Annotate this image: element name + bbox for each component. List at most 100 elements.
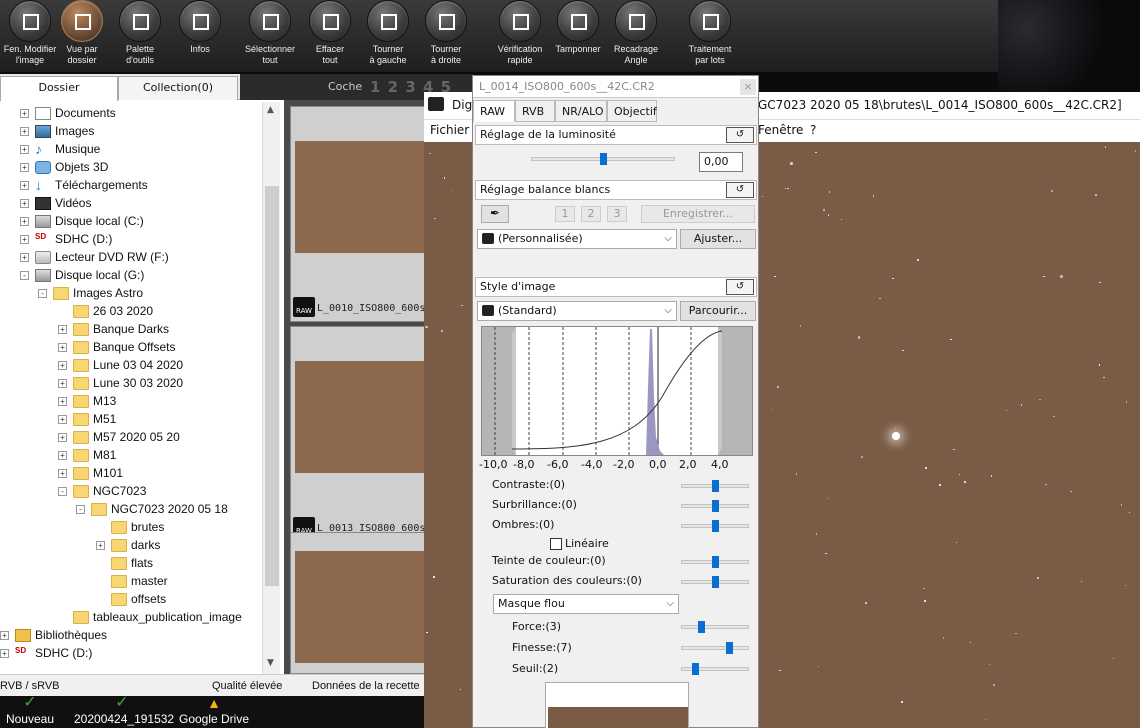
expand-toggle-icon[interactable]: + bbox=[0, 649, 9, 659]
tree-item[interactable]: + ♪ Musique bbox=[20, 140, 100, 158]
menu-help[interactable]: ? bbox=[810, 123, 816, 137]
expand-toggle-icon[interactable]: + bbox=[96, 541, 105, 551]
expand-toggle-icon[interactable]: + bbox=[58, 397, 67, 407]
toolbar-button-10[interactable]: Recadrage Angle bbox=[606, 0, 666, 70]
tree-item[interactable]: + Vidéos bbox=[20, 194, 91, 212]
tree-item[interactable]: + Disque local (C:) bbox=[20, 212, 144, 230]
tree-item[interactable]: - Disque local (G:) bbox=[20, 266, 144, 284]
wb-select[interactable]: (Personnalisée) ⌵ bbox=[477, 229, 677, 249]
tone-slider-thumb[interactable] bbox=[712, 556, 719, 568]
wb-preset-3[interactable]: 3 bbox=[607, 206, 627, 222]
expand-toggle-icon[interactable]: + bbox=[58, 343, 67, 353]
tree-item[interactable]: + Documents bbox=[20, 104, 116, 122]
brightness-value-field[interactable]: 0,00 bbox=[699, 152, 743, 172]
tone-slider-thumb[interactable] bbox=[712, 576, 719, 588]
tone-slider-thumb[interactable] bbox=[712, 500, 719, 512]
tree-item[interactable]: + darks bbox=[96, 536, 160, 554]
tone-slider-thumb[interactable] bbox=[712, 480, 719, 492]
expand-toggle-icon[interactable]: - bbox=[20, 271, 29, 281]
expand-toggle-icon[interactable]: + bbox=[20, 253, 29, 263]
register-button[interactable]: Enregistrer... bbox=[641, 205, 755, 223]
sharpness-slider[interactable] bbox=[681, 625, 749, 629]
tree-item[interactable]: + ↓ Téléchargements bbox=[20, 176, 148, 194]
expand-toggle-icon[interactable]: + bbox=[20, 181, 29, 191]
tab-collection[interactable]: Collection(0) bbox=[118, 76, 238, 100]
expand-toggle-icon[interactable]: + bbox=[20, 199, 29, 209]
sharpness-slider-thumb[interactable] bbox=[691, 663, 699, 675]
expand-toggle-icon[interactable]: - bbox=[58, 487, 67, 497]
expand-toggle-icon[interactable]: + bbox=[58, 415, 67, 425]
tab-raw[interactable]: RAW bbox=[473, 100, 515, 122]
tree-item[interactable]: + Lune 03 04 2020 bbox=[58, 356, 183, 374]
scroll-thumb[interactable] bbox=[265, 186, 279, 586]
expand-toggle-icon[interactable] bbox=[96, 559, 105, 568]
browse-button[interactable]: Parcourir... bbox=[680, 301, 756, 321]
tree-item[interactable]: + Lune 30 03 2020 bbox=[58, 374, 183, 392]
expand-toggle-icon[interactable]: + bbox=[58, 379, 67, 389]
expand-toggle-icon[interactable]: + bbox=[20, 163, 29, 173]
expand-toggle-icon[interactable] bbox=[96, 595, 105, 604]
expand-toggle-icon[interactable]: - bbox=[38, 289, 47, 299]
expand-toggle-icon[interactable]: + bbox=[0, 631, 9, 641]
expand-toggle-icon[interactable] bbox=[96, 523, 105, 532]
tree-item[interactable]: + M81 bbox=[58, 446, 116, 464]
close-icon[interactable]: × bbox=[740, 79, 756, 95]
sharpness-slider-thumb[interactable] bbox=[698, 621, 706, 633]
tree-item[interactable]: tableaux_publication_image bbox=[58, 608, 242, 626]
tree-item[interactable]: + Objets 3D bbox=[20, 158, 108, 176]
toolbar-button-8[interactable]: Vérification rapide bbox=[490, 0, 550, 70]
desktop-item-file[interactable]: ✓ 20200424_191532 bbox=[74, 695, 174, 727]
tree-item[interactable]: + Lecteur DVD RW (F:) bbox=[20, 248, 169, 266]
tab-lens[interactable]: Objectif bbox=[607, 100, 657, 122]
tab-nr-alo[interactable]: NR/ALO bbox=[555, 100, 607, 122]
tab-folder[interactable]: Dossier bbox=[0, 76, 118, 101]
expand-toggle-icon[interactable]: + bbox=[58, 433, 67, 443]
tree-item[interactable]: flats bbox=[96, 554, 153, 572]
tree-item[interactable]: + M51 bbox=[58, 410, 116, 428]
toolbar-button-11[interactable]: Traitement par lots bbox=[680, 0, 740, 70]
tree-item[interactable]: + Banque Darks bbox=[58, 320, 169, 338]
tree-item[interactable]: offsets bbox=[96, 590, 166, 608]
reset-brightness-icon[interactable]: ↺ bbox=[726, 127, 754, 143]
tree-item[interactable]: master bbox=[96, 572, 168, 590]
tree-item[interactable]: 26 03 2020 bbox=[58, 302, 153, 320]
tree-item[interactable]: + Banque Offsets bbox=[58, 338, 176, 356]
tree-item[interactable]: + SD SDHC (D:) bbox=[0, 644, 92, 662]
tree-item[interactable]: + M13 bbox=[58, 392, 116, 410]
expand-toggle-icon[interactable]: + bbox=[20, 109, 29, 119]
expand-toggle-icon[interactable]: + bbox=[20, 127, 29, 137]
toolbar-button-3[interactable]: Infos bbox=[170, 0, 230, 70]
wb-preset-1[interactable]: 1 bbox=[555, 206, 575, 222]
reset-style-icon[interactable]: ↺ bbox=[726, 279, 754, 295]
sharpness-slider-thumb[interactable] bbox=[725, 642, 733, 654]
tree-item[interactable]: + Images bbox=[20, 122, 94, 140]
expand-toggle-icon[interactable] bbox=[58, 307, 67, 316]
tree-item[interactable]: + M57 2020 05 20 bbox=[58, 428, 180, 446]
scroll-up-icon[interactable]: ▲ bbox=[267, 105, 274, 115]
tree-item[interactable]: + M101 bbox=[58, 464, 123, 482]
linear-checkbox[interactable] bbox=[550, 538, 562, 550]
expand-toggle-icon[interactable]: + bbox=[58, 469, 67, 479]
tree-item[interactable]: - Images Astro bbox=[38, 284, 143, 302]
tone-curve-histogram[interactable] bbox=[481, 326, 753, 456]
expand-toggle-icon[interactable]: + bbox=[58, 361, 67, 371]
expand-toggle-icon[interactable]: + bbox=[58, 451, 67, 461]
reset-wb-icon[interactable]: ↺ bbox=[726, 182, 754, 198]
tab-rgb[interactable]: RVB bbox=[515, 100, 555, 122]
tree-item[interactable]: brutes bbox=[96, 518, 164, 536]
expand-toggle-icon[interactable]: + bbox=[58, 325, 67, 335]
toolbar-button-7[interactable]: Tourner à droite bbox=[416, 0, 476, 70]
desktop-item-new[interactable]: ✓ Nouveau bbox=[0, 695, 60, 727]
expand-toggle-icon[interactable]: + bbox=[20, 235, 29, 245]
tree-item[interactable]: - NGC7023 2020 05 18 bbox=[76, 500, 228, 518]
tree-item[interactable]: + Bibliothèques bbox=[0, 626, 107, 644]
scroll-down-icon[interactable]: ▼ bbox=[267, 658, 274, 668]
tone-slider-thumb[interactable] bbox=[712, 520, 719, 532]
expand-toggle-icon[interactable] bbox=[58, 613, 67, 622]
expand-toggle-icon[interactable]: - bbox=[76, 505, 85, 515]
tone-curve-graph[interactable] bbox=[482, 327, 752, 455]
tree-item[interactable]: - NGC7023 bbox=[58, 482, 146, 500]
toolbar-button-2[interactable]: Palette d'outils bbox=[110, 0, 170, 70]
sharpness-slider[interactable] bbox=[681, 646, 749, 650]
menu-file[interactable]: Fichier bbox=[430, 123, 469, 137]
